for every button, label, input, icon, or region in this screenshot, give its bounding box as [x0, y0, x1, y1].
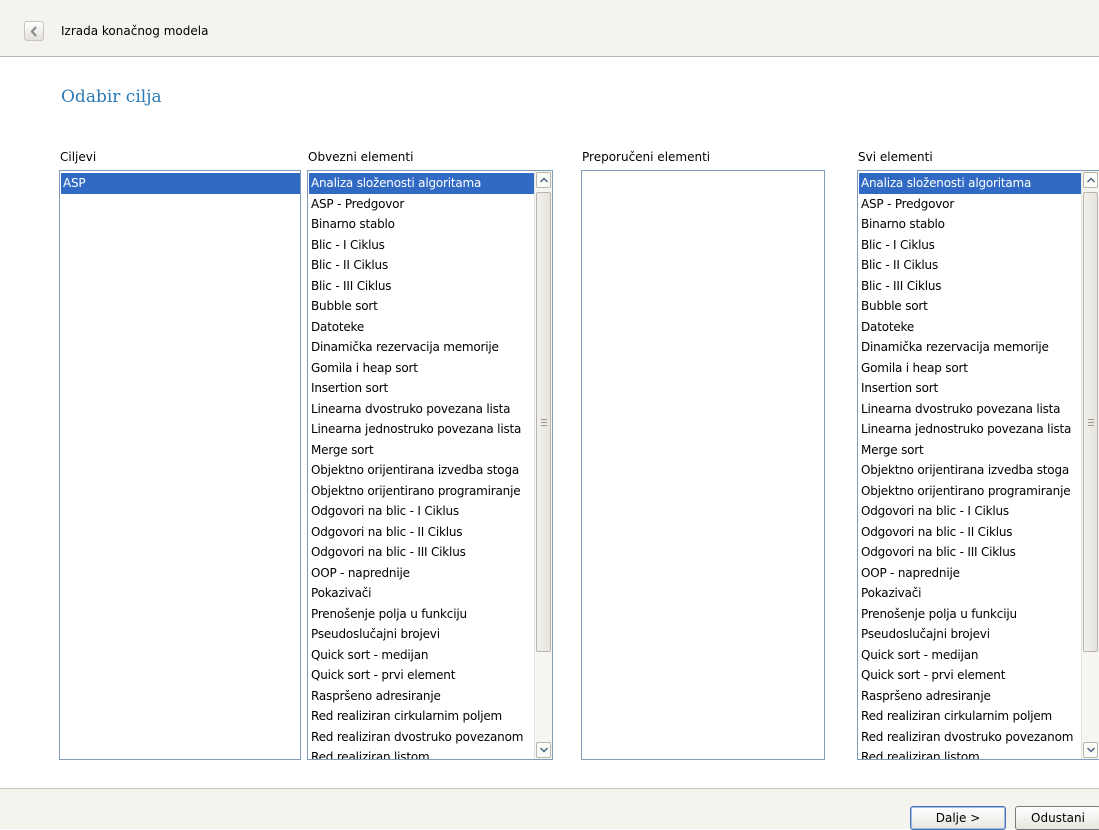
- list-item[interactable]: Odgovori na blic - II Ciklus: [859, 522, 1081, 543]
- header-bar: Izrada konačnog modela: [0, 0, 1099, 57]
- list-item[interactable]: OOP - naprednije: [309, 563, 534, 584]
- grip-icon: [1088, 419, 1094, 428]
- list-item[interactable]: Blic - II Ciklus: [859, 255, 1081, 276]
- list-item[interactable]: Odgovori na blic - II Ciklus: [309, 522, 534, 543]
- list-item[interactable]: Objektno orijentirano programiranje: [859, 481, 1081, 502]
- list-item[interactable]: Datoteke: [859, 317, 1081, 338]
- list-item[interactable]: Objektno orijentirana izvedba stoga: [859, 460, 1081, 481]
- list-item[interactable]: Quick sort - prvi element: [859, 665, 1081, 686]
- list-item[interactable]: Quick sort - medijan: [859, 645, 1081, 666]
- list-item[interactable]: Bubble sort: [309, 296, 534, 317]
- preporuceni-elementi-list[interactable]: [581, 170, 825, 760]
- list-item[interactable]: Blic - III Ciklus: [859, 276, 1081, 297]
- list-item[interactable]: Odgovori na blic - III Ciklus: [859, 542, 1081, 563]
- list-item[interactable]: OOP - naprednije: [859, 563, 1081, 584]
- list-item[interactable]: Red realiziran dvostruko povezanom: [309, 727, 534, 748]
- list-item[interactable]: Red realiziran cirkularnim poljem: [309, 706, 534, 727]
- list-item[interactable]: Red realiziran listom: [859, 747, 1081, 759]
- list-item[interactable]: Analiza složenosti algoritama: [309, 173, 534, 194]
- list-item[interactable]: Objektno orijentirano programiranje: [309, 481, 534, 502]
- chevron-left-icon: [30, 26, 37, 37]
- vertical-scrollbar[interactable]: [1081, 171, 1099, 759]
- list-item[interactable]: Red realiziran listom: [309, 747, 534, 759]
- list-item[interactable]: Odgovori na blic - I Ciklus: [859, 501, 1081, 522]
- chevron-down-icon: [540, 747, 548, 753]
- list-item[interactable]: Blic - I Ciklus: [309, 235, 534, 256]
- list-item[interactable]: Pseudoslučajni brojevi: [309, 624, 534, 645]
- list-item[interactable]: Pokazivači: [309, 583, 534, 604]
- list-item[interactable]: Objektno orijentirana izvedba stoga: [309, 460, 534, 481]
- list-item[interactable]: Prenošenje polja u funkciju: [859, 604, 1081, 625]
- list-item[interactable]: Blic - III Ciklus: [309, 276, 534, 297]
- list-item[interactable]: Blic - I Ciklus: [859, 235, 1081, 256]
- list-item[interactable]: Blic - II Ciklus: [309, 255, 534, 276]
- list-items: Analiza složenosti algoritama ASP - Predg…: [309, 173, 534, 759]
- list-item[interactable]: Analiza složenosti algoritama: [859, 173, 1081, 194]
- list-item[interactable]: Linearna jednostruko povezana lista: [859, 419, 1081, 440]
- list-item[interactable]: Red realiziran cirkularnim poljem: [859, 706, 1081, 727]
- list-item[interactable]: Pseudoslučajni brojevi: [859, 624, 1081, 645]
- vertical-scrollbar[interactable]: [534, 171, 552, 759]
- scroll-up-button[interactable]: [536, 172, 551, 188]
- obvezni-elementi-label: Obvezni elementi: [308, 150, 414, 164]
- list-item[interactable]: Gomila i heap sort: [309, 358, 534, 379]
- header-title: Izrada konačnog modela: [61, 24, 209, 38]
- list-item[interactable]: Insertion sort: [309, 378, 534, 399]
- scroll-thumb[interactable]: [536, 192, 551, 652]
- scroll-thumb[interactable]: [1083, 192, 1098, 652]
- scroll-up-button[interactable]: [1083, 172, 1098, 188]
- list-item[interactable]: Quick sort - medijan: [309, 645, 534, 666]
- scroll-down-button[interactable]: [536, 742, 551, 758]
- svi-elementi-list[interactable]: Analiza složenosti algoritama ASP - Predg…: [857, 170, 1099, 760]
- back-button[interactable]: [24, 21, 44, 41]
- scroll-down-button[interactable]: [1083, 742, 1098, 758]
- cancel-button[interactable]: Odustani: [1015, 806, 1099, 830]
- next-button[interactable]: Dalje >: [910, 806, 1006, 830]
- list-item[interactable]: Linearna jednostruko povezana lista: [309, 419, 534, 440]
- list-item[interactable]: Dinamička rezervacija memorije: [859, 337, 1081, 358]
- list-item[interactable]: ASP - Predgovor: [309, 194, 534, 215]
- list-item[interactable]: ASP - Predgovor: [859, 194, 1081, 215]
- chevron-up-icon: [1087, 177, 1095, 183]
- list-item[interactable]: ASP: [61, 173, 300, 194]
- ciljevi-list[interactable]: ASP: [59, 170, 301, 760]
- list-item[interactable]: Insertion sort: [859, 378, 1081, 399]
- list-item[interactable]: Datoteke: [309, 317, 534, 338]
- list-item[interactable]: Pokazivači: [859, 583, 1081, 604]
- chevron-up-icon: [540, 177, 548, 183]
- list-item[interactable]: Odgovori na blic - I Ciklus: [309, 501, 534, 522]
- grip-icon: [541, 419, 547, 428]
- obvezni-elementi-list[interactable]: Analiza složenosti algoritama ASP - Predg…: [307, 170, 553, 760]
- list-item[interactable]: Binarno stablo: [309, 214, 534, 235]
- list-item[interactable]: Dinamička rezervacija memorije: [309, 337, 534, 358]
- list-items: ASP: [61, 173, 300, 194]
- list-item[interactable]: Raspršeno adresiranje: [309, 686, 534, 707]
- list-item[interactable]: Linearna dvostruko povezana lista: [859, 399, 1081, 420]
- list-items: Analiza složenosti algoritama ASP - Predg…: [859, 173, 1081, 759]
- list-item[interactable]: Raspršeno adresiranje: [859, 686, 1081, 707]
- list-item[interactable]: Quick sort - prvi element: [309, 665, 534, 686]
- preporuceni-elementi-label: Preporučeni elementi: [582, 150, 711, 164]
- list-item[interactable]: Prenošenje polja u funkciju: [309, 604, 534, 625]
- page-title: Odabir cilja: [61, 87, 162, 107]
- list-item[interactable]: Gomila i heap sort: [859, 358, 1081, 379]
- chevron-down-icon: [1087, 747, 1095, 753]
- list-item[interactable]: Merge sort: [859, 440, 1081, 461]
- list-item[interactable]: Bubble sort: [859, 296, 1081, 317]
- ciljevi-label: Ciljevi: [60, 150, 97, 164]
- list-item[interactable]: Red realiziran dvostruko povezanom: [859, 727, 1081, 748]
- list-item[interactable]: Merge sort: [309, 440, 534, 461]
- list-item[interactable]: Binarno stablo: [859, 214, 1081, 235]
- list-item[interactable]: Odgovori na blic - III Ciklus: [309, 542, 534, 563]
- svi-elementi-label: Svi elementi: [858, 150, 933, 164]
- list-item[interactable]: Linearna dvostruko povezana lista: [309, 399, 534, 420]
